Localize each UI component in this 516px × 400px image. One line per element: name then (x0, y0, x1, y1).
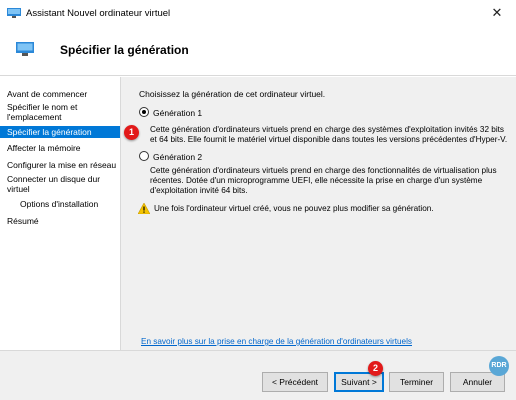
generation2-radio[interactable] (139, 151, 149, 161)
sidebar-item-memory[interactable]: Affecter la mémoire (0, 143, 120, 153)
generation2-label[interactable]: Génération 2 (153, 152, 202, 162)
window-title: Assistant Nouvel ordinateur virtuel (26, 8, 171, 19)
close-icon[interactable]: ✕ (478, 0, 516, 26)
annotation-marker-1: 1 (124, 125, 139, 140)
sidebar-item-summary[interactable]: Résumé (0, 216, 120, 226)
generation1-label[interactable]: Génération 1 (153, 108, 202, 118)
generation2-description: Cette génération d'ordinateurs virtuels … (150, 166, 497, 195)
intro-text: Choisissez la génération de cet ordinate… (139, 89, 326, 99)
generation1-description: Cette génération d'ordinateurs virtuels … (150, 125, 508, 144)
sidebar-item-name-location[interactable]: Spécifier le nom et l'emplacement (0, 102, 120, 122)
rdr-watermark: RDR (489, 356, 509, 376)
wizard-header: Spécifier la génération (0, 26, 516, 76)
sidebar-item-install-options[interactable]: Options d'installation (0, 199, 120, 209)
hyperv-monitor-icon (7, 8, 21, 18)
warning-icon (138, 203, 150, 214)
sidebar-item-networking[interactable]: Configurer la mise en réseau (0, 160, 120, 170)
previous-button[interactable]: < Précédent (262, 372, 328, 392)
warning-text: Une fois l'ordinateur virtuel créé, vous… (154, 204, 434, 213)
finish-button[interactable]: Terminer (389, 372, 444, 392)
annotation-marker-2: 2 (368, 361, 383, 376)
page-title: Spécifier la génération (60, 43, 189, 57)
generation1-radio[interactable] (139, 107, 149, 117)
help-link[interactable]: En savoir plus sur la prise en charge de… (141, 337, 412, 346)
wizard-sidebar: Avant de commencer Spécifier le nom et l… (0, 77, 121, 350)
wizard-footer: < Précédent Suivant > Terminer Annuler (0, 350, 516, 400)
window-titlebar: Assistant Nouvel ordinateur virtuel ✕ (0, 0, 516, 26)
sidebar-item-generation[interactable]: Spécifier la génération (0, 126, 120, 138)
hyperv-monitor-icon (16, 42, 34, 56)
wizard-content: Choisissez la génération de cet ordinate… (121, 77, 516, 350)
sidebar-item-virtual-disk[interactable]: Connecter un disque dur virtuel (0, 174, 120, 194)
sidebar-item-before-you-begin[interactable]: Avant de commencer (0, 89, 120, 99)
